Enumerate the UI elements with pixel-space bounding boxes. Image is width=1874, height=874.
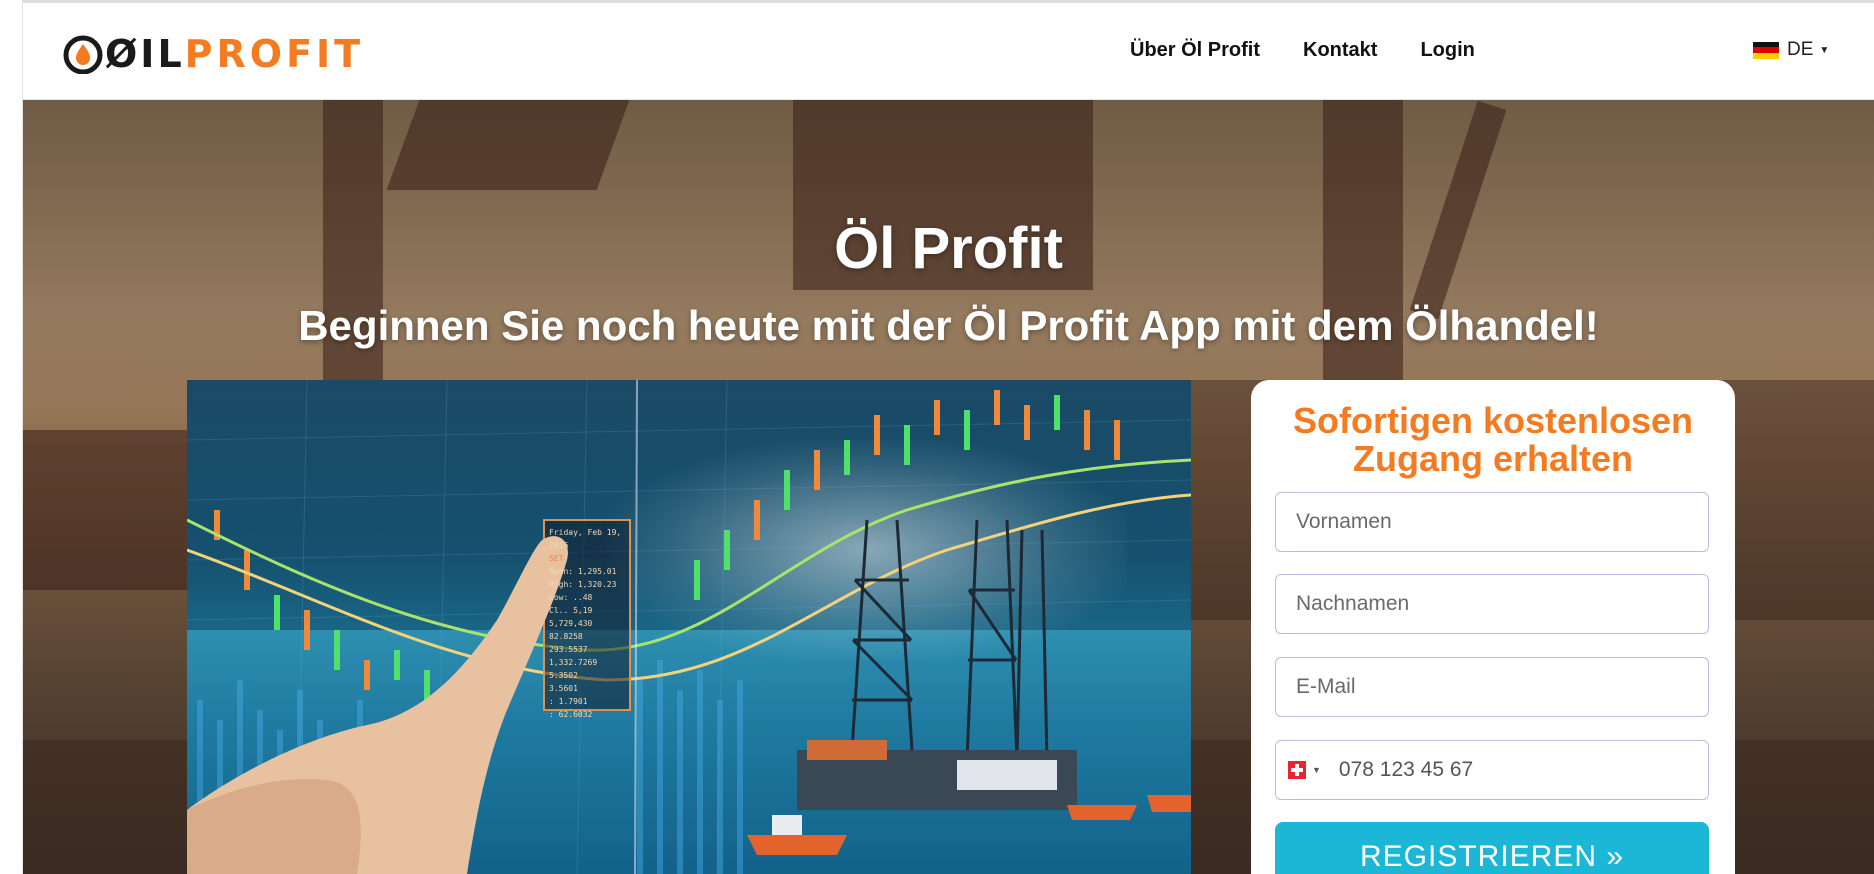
oil-drop-icon: [63, 34, 103, 75]
tooltip-symbol: SET: [549, 554, 564, 563]
logo-text-profit: PROFIT: [184, 32, 365, 76]
language-label: DE: [1787, 39, 1814, 60]
phone-field: ▼: [1275, 740, 1709, 800]
left-gutter: [0, 0, 23, 874]
tooltip-row3: Low: ..48: [549, 593, 593, 602]
main-nav: Über Öl Profit Kontakt Login: [1130, 39, 1475, 62]
hero-image: Friday, Feb 19, 2016 SET Open: 1,295.01 …: [187, 380, 1191, 874]
tooltip-row11: : 1.7901: [549, 697, 588, 706]
tooltip-row12: : 62.6032: [549, 710, 593, 719]
trading-screen-illustration: [187, 380, 1191, 874]
tooltip-row9: 5.3502: [549, 671, 578, 680]
tooltip-row8: 1,332.7269: [549, 658, 598, 667]
chart-tooltip: Friday, Feb 19, 2016 SET Open: 1,295.01 …: [549, 526, 629, 721]
register-button[interactable]: REGISTRIEREN »: [1275, 822, 1709, 874]
form-title: Sofortigen kostenlosen Zugang erhalten: [1292, 400, 1694, 479]
hero-subtitle: Beginnen Sie noch heute mit der Öl Profi…: [298, 301, 1599, 349]
tooltip-row10: 3.5601: [549, 684, 578, 693]
first-name-input[interactable]: [1275, 492, 1709, 552]
switzerland-flag-icon[interactable]: [1288, 761, 1306, 779]
chevron-down-icon[interactable]: ▼: [1312, 765, 1321, 775]
nav-link-login[interactable]: Login: [1420, 39, 1474, 62]
background-rig-deck-left: [23, 430, 193, 590]
tooltip-high: High: 1,320.23: [549, 580, 617, 589]
germany-flag-icon: [1753, 41, 1779, 59]
logo[interactable]: ØIL PROFIT: [63, 32, 365, 76]
background-rig-boom: [1409, 100, 1507, 320]
hero-title: Öl Profit: [834, 215, 1063, 281]
logo-text-oil: ØIL: [105, 32, 185, 76]
tooltip-row4: Cl.. 5,19: [549, 606, 593, 615]
tooltip-open: Open: 1,295.01: [549, 567, 617, 576]
background-rig-crane-arm: [386, 100, 630, 190]
nav-link-about[interactable]: Über Öl Profit: [1130, 39, 1260, 62]
last-name-input[interactable]: [1275, 574, 1709, 634]
email-input[interactable]: [1275, 657, 1709, 717]
hero-section: Öl Profit Beginnen Sie noch heute mit de…: [23, 100, 1874, 874]
tooltip-row5: 5,729,430: [549, 619, 593, 628]
tooltip-row7: 293.5537: [549, 645, 588, 654]
chevron-down-icon: ▼: [1819, 44, 1830, 56]
site-header: ØIL PROFIT Über Öl Profit Kontakt Login …: [23, 3, 1874, 100]
signup-form: Sofortigen kostenlosen Zugang erhalten ▼…: [1251, 380, 1735, 874]
phone-input[interactable]: [1336, 757, 1681, 783]
language-selector[interactable]: DE ▼: [1753, 39, 1829, 61]
tooltip-row6: 82.8258: [549, 632, 583, 641]
tooltip-date: Friday, Feb 19, 2016: [549, 528, 622, 550]
nav-link-contact[interactable]: Kontakt: [1303, 39, 1377, 62]
